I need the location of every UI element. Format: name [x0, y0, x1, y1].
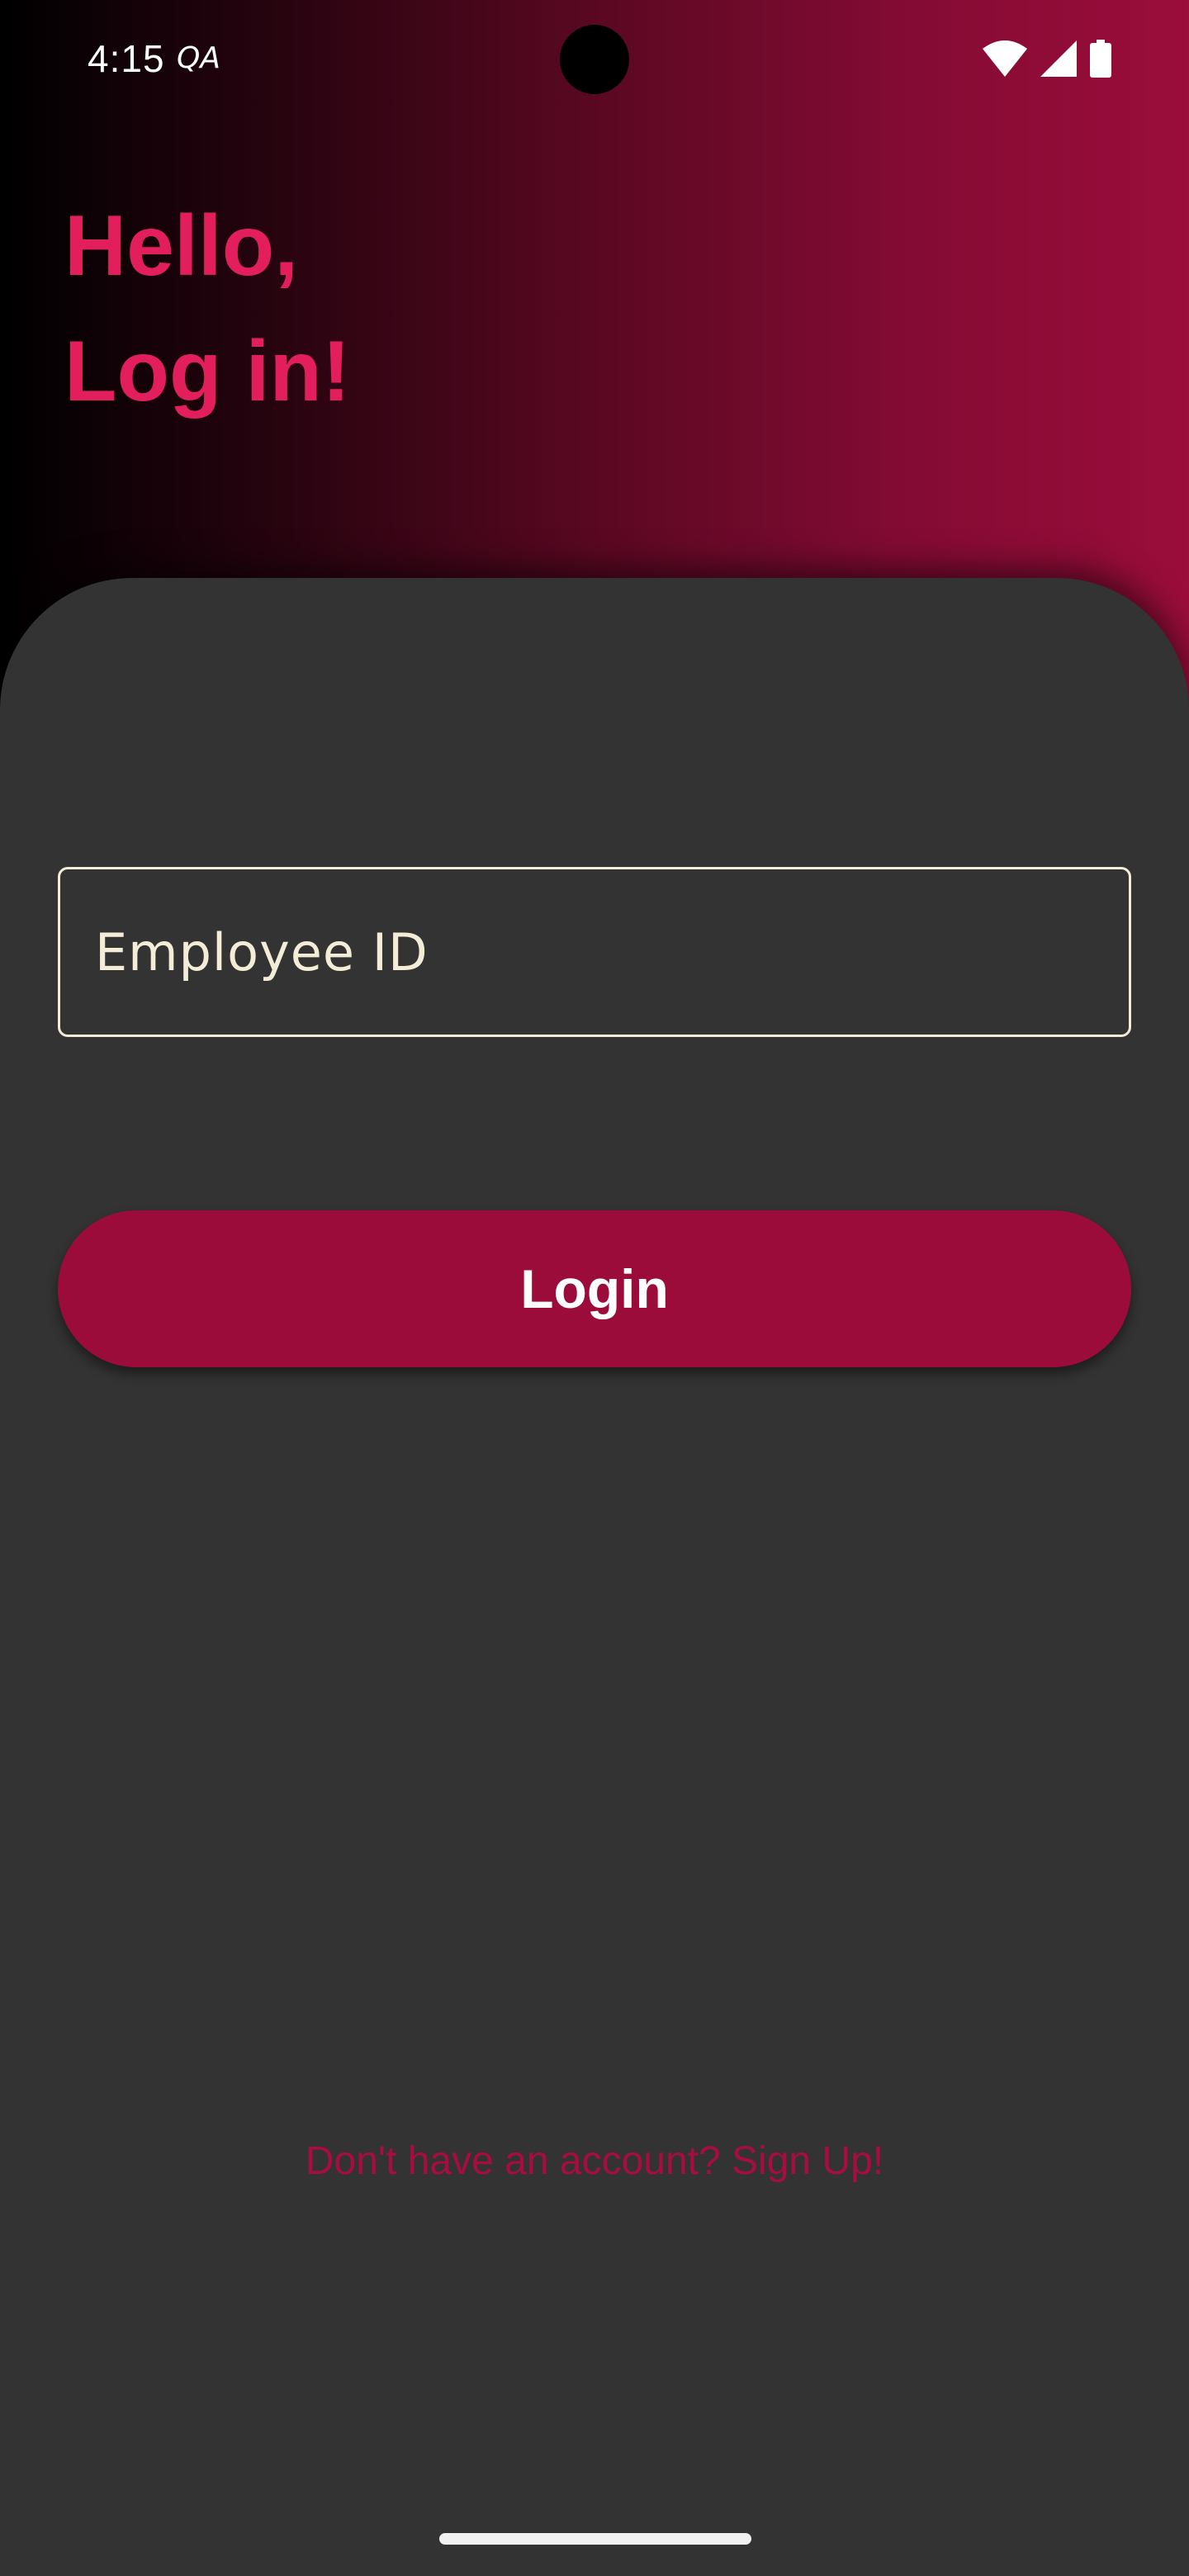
status-bar: 4:15 QA	[0, 0, 1189, 119]
greeting-login: Log in!	[64, 324, 351, 419]
login-screen: 4:15 QA Hello, Log in! Employee ID Login…	[0, 0, 1189, 2576]
status-icons	[983, 38, 1111, 79]
status-qa-indicator: QA	[177, 41, 220, 75]
status-time: 4:15	[88, 37, 165, 80]
signup-link[interactable]: Don't have an account? Sign Up!	[0, 2138, 1189, 2184]
login-card: Employee ID Login Don't have an account?…	[0, 578, 1189, 2576]
employee-id-placeholder: Employee ID	[95, 921, 429, 983]
greeting-header: Hello, Log in!	[64, 183, 351, 434]
cell-signal-icon	[1040, 40, 1077, 77]
login-button[interactable]: Login	[58, 1210, 1131, 1367]
employee-id-field[interactable]: Employee ID	[58, 867, 1131, 1037]
camera-cutout	[560, 25, 629, 94]
greeting-hello: Hello,	[64, 198, 299, 294]
wifi-icon	[983, 40, 1027, 77]
home-indicator[interactable]	[439, 2533, 751, 2545]
login-button-label: Login	[520, 1258, 669, 1319]
battery-icon	[1090, 40, 1111, 78]
